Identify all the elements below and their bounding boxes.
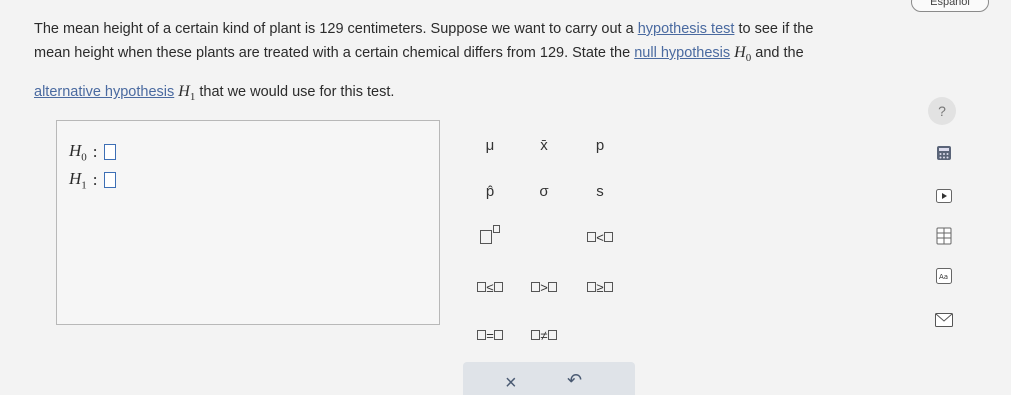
less-equal-button[interactable]: ≤ — [466, 270, 514, 304]
null-hypothesis-link[interactable]: null hypothesis — [634, 45, 730, 61]
hypothesis-test-link[interactable]: hypothesis test — [638, 21, 735, 37]
less-than-button[interactable]: < — [576, 220, 624, 254]
not-equal-button[interactable]: ≠ — [520, 318, 568, 352]
h0-label: H0 — [69, 141, 87, 164]
text-size-icon[interactable]: Aa — [934, 268, 954, 284]
help-button[interactable]: ? — [928, 97, 956, 125]
greater-equal-button[interactable]: ≥ — [576, 270, 624, 304]
h0-symbol: H0 — [734, 44, 752, 65]
h0-input[interactable] — [103, 144, 116, 161]
alternative-hypothesis-row: H1 : — [69, 169, 116, 191]
problem-line-3: alternative hypothesis H1 that we would … — [34, 83, 395, 104]
problem-statement: The mean height of a certain kind of pla… — [34, 18, 884, 109]
clear-button[interactable]: × — [505, 372, 517, 395]
h1-label: H1 — [69, 169, 87, 192]
s-button[interactable]: s — [576, 174, 624, 208]
data-table-icon[interactable] — [934, 227, 954, 245]
svg-text:Aa: Aa — [939, 273, 948, 281]
problem-line-1: The mean height of a certain kind of pla… — [34, 21, 814, 37]
language-button[interactable]: Español — [911, 0, 989, 12]
mu-button[interactable]: μ — [466, 128, 514, 162]
h1-input[interactable] — [103, 172, 116, 189]
undo-button[interactable]: ↶ — [567, 370, 582, 391]
problem-line-2: mean height when these plants are treate… — [34, 44, 804, 65]
symbol-palette: μ x̄ p p̂ σ s < ≤ > ≥ = ≠ — [462, 118, 632, 358]
greater-than-button[interactable]: > — [520, 270, 568, 304]
mail-icon[interactable] — [934, 312, 954, 328]
phat-button[interactable]: p̂ — [466, 174, 514, 208]
exponent-square-icon — [493, 225, 500, 233]
p-button[interactable]: p — [576, 128, 624, 162]
answer-box: H0 : H1 : — [56, 120, 440, 325]
sigma-button[interactable]: σ — [520, 174, 568, 208]
superscript-button[interactable] — [466, 220, 514, 254]
equals-button[interactable]: = — [466, 318, 514, 352]
calculator-icon[interactable] — [934, 145, 954, 161]
h1-symbol: H1 — [178, 83, 196, 104]
base-square-icon — [480, 230, 492, 244]
null-hypothesis-row: H0 : — [69, 141, 116, 163]
action-bar: × ↶ — [463, 362, 635, 395]
alternative-hypothesis-link[interactable]: alternative hypothesis — [34, 84, 174, 100]
play-icon[interactable] — [934, 188, 954, 204]
xbar-button[interactable]: x̄ — [520, 128, 568, 162]
